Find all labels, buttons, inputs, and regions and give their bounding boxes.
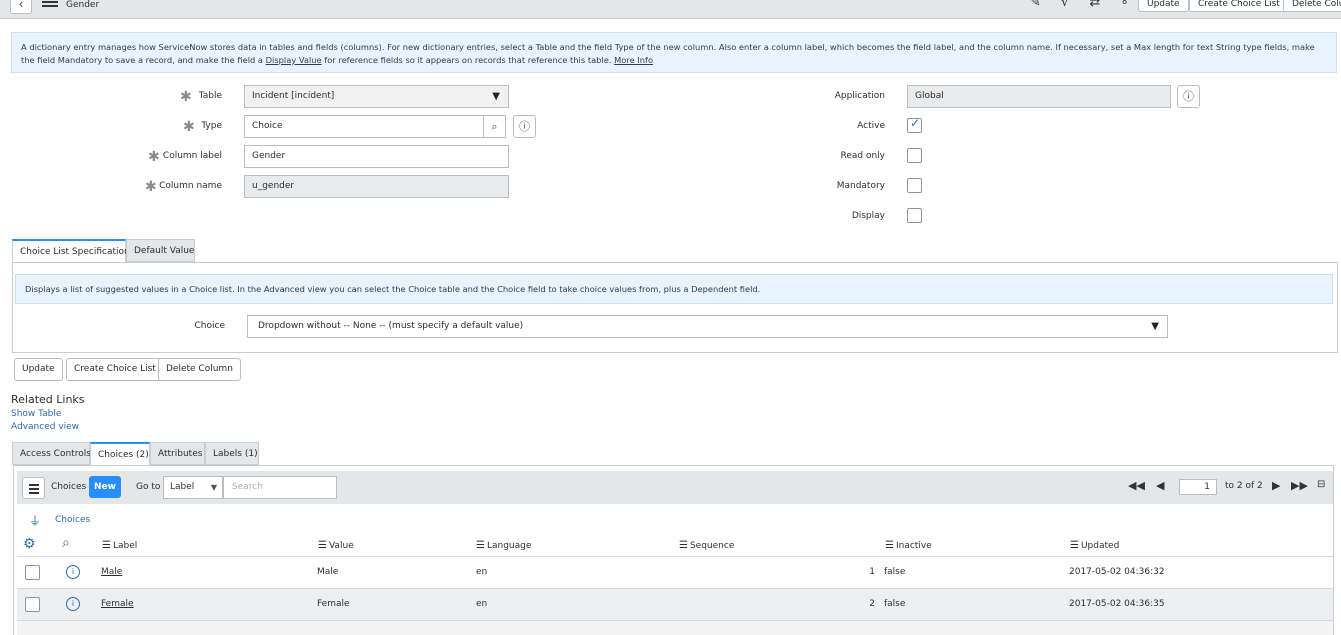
column-header-updated[interactable]: ☰ Updated xyxy=(1070,540,1119,551)
tab-attributes[interactable]: Attributes xyxy=(150,442,205,465)
row-value: Male xyxy=(317,567,339,577)
table-label: Table xyxy=(198,91,222,101)
next-page-icon[interactable]: ▶ xyxy=(1272,479,1280,492)
first-page-icon[interactable]: ◀◀ xyxy=(1128,479,1145,492)
active-label: Active xyxy=(857,121,885,131)
tab-choices[interactable]: Choices (2) xyxy=(90,442,150,465)
column-header-sequence[interactable]: ☰ Sequence xyxy=(679,540,734,551)
related-links-title: Related Links xyxy=(11,393,85,406)
info-icon[interactable]: i xyxy=(66,565,80,579)
previous-page-icon[interactable]: ◀ xyxy=(1156,479,1164,492)
hamburger-menu-icon[interactable] xyxy=(42,0,58,8)
application-field: Global xyxy=(907,85,1171,108)
column-header-language[interactable]: ☰ Language xyxy=(476,540,531,551)
record-subtitle: Gender xyxy=(66,0,100,10)
read-only-checkbox[interactable] xyxy=(907,148,922,163)
update-button[interactable]: Update xyxy=(14,358,63,381)
list-search-input[interactable]: Search xyxy=(223,476,337,499)
tab-labels[interactable]: Labels (1) xyxy=(205,442,259,465)
row-language: en xyxy=(476,599,488,609)
new-button[interactable]: New xyxy=(89,476,121,498)
choice-select[interactable]: Dropdown without -- None -- (must specif… xyxy=(247,315,1168,338)
row-sequence: 1 xyxy=(869,567,875,577)
last-page-icon[interactable]: ▶▶ xyxy=(1291,479,1308,492)
row-inactive: false xyxy=(884,599,906,609)
goto-select[interactable]: Label ▼ xyxy=(163,476,223,499)
header-update-button[interactable]: Update xyxy=(1138,0,1189,12)
filter-funnel-icon[interactable]: ⏚ xyxy=(29,512,41,529)
choice-label: Choice xyxy=(194,321,225,331)
column-label-field[interactable]: Gender xyxy=(244,145,509,168)
column-header-inactive[interactable]: ☰ Inactive xyxy=(885,540,932,551)
list-menu-icon[interactable] xyxy=(22,477,45,499)
row-label-link[interactable]: Female xyxy=(101,599,134,609)
display-checkbox[interactable] xyxy=(907,208,922,223)
header-create-choice-list-button[interactable]: Create Choice List xyxy=(1189,0,1289,12)
list-title: Choices xyxy=(51,482,87,492)
type-label: Type xyxy=(201,121,222,131)
gear-icon[interactable]: ⚙ xyxy=(23,536,36,552)
table-select[interactable]: Incident [incident] ▼ xyxy=(244,85,509,108)
show-table-link[interactable]: Show Table xyxy=(11,409,61,419)
tab-choice-list-specification[interactable]: Choice List Specification xyxy=(12,239,130,262)
table-row xyxy=(17,620,1333,635)
column-label-label: Column label xyxy=(162,151,222,161)
application-label: Application xyxy=(834,91,885,101)
row-sequence: 2 xyxy=(869,599,875,609)
page-number-input[interactable]: 1 xyxy=(1179,479,1217,495)
display-value-link[interactable]: Display Value xyxy=(266,55,322,65)
back-button[interactable]: ‹ xyxy=(10,0,32,14)
display-label: Display xyxy=(851,211,885,221)
goto-label: Go to xyxy=(136,482,161,492)
row-checkbox[interactable] xyxy=(25,565,40,580)
create-choice-list-button[interactable]: Create Choice List xyxy=(66,358,164,381)
row-updated: 2017-05-02 04:36:32 xyxy=(1069,567,1165,577)
row-inactive: false xyxy=(884,567,906,577)
choice-info-message: Displays a list of suggested values in a… xyxy=(15,274,1333,304)
more-info-link[interactable]: More Info xyxy=(614,55,653,65)
read-only-label: Read only xyxy=(840,151,885,161)
tab-access-controls[interactable]: Access Controls xyxy=(12,442,91,465)
info-icon[interactable]: i xyxy=(66,597,80,611)
column-name-field: u_gender xyxy=(244,175,509,198)
form-info-message: A dictionary entry manages how ServiceNo… xyxy=(11,32,1337,73)
tab-default-value[interactable]: Default Value xyxy=(126,239,195,262)
column-name-label: Column name xyxy=(159,181,222,191)
collapse-icon[interactable]: ⊟ xyxy=(1317,479,1325,490)
row-checkbox[interactable] xyxy=(25,597,40,612)
row-value: Female xyxy=(317,599,350,609)
chevron-down-icon: ▼ xyxy=(210,483,217,492)
info-icon[interactable]: ⓘ xyxy=(513,115,536,138)
breadcrumb-link[interactable]: Choices xyxy=(55,515,90,525)
row-label-link[interactable]: Male xyxy=(101,567,122,577)
search-icon[interactable]: ⌕ xyxy=(483,115,506,138)
info-icon[interactable]: ⓘ xyxy=(1177,85,1200,108)
column-header-label[interactable]: ☰ Label xyxy=(102,540,137,551)
header-delete-column-button[interactable]: Delete Colum xyxy=(1283,0,1341,12)
chevron-down-icon: ▼ xyxy=(492,91,500,102)
row-updated: 2017-05-02 04:36:35 xyxy=(1069,599,1165,609)
advanced-view-link[interactable]: Advanced view xyxy=(11,422,79,432)
mandatory-label: Mandatory xyxy=(836,181,885,191)
row-language: en xyxy=(476,567,488,577)
search-icon[interactable]: ⌕ xyxy=(62,535,70,551)
active-checkbox[interactable] xyxy=(907,116,922,133)
column-header-value[interactable]: ☰ Value xyxy=(318,540,354,551)
mandatory-checkbox[interactable] xyxy=(907,178,922,193)
page-range-text: to 2 of 2 xyxy=(1225,481,1263,491)
delete-column-button[interactable]: Delete Column xyxy=(158,358,241,381)
chevron-down-icon: ▼ xyxy=(1151,321,1159,332)
type-field[interactable]: Choice xyxy=(244,115,484,138)
